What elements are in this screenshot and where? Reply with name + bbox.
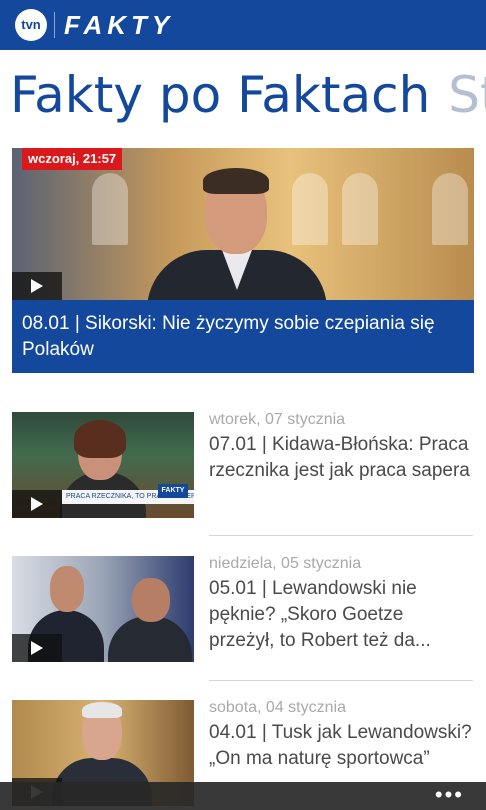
- item-date: sobota, 04 stycznia: [209, 699, 346, 716]
- fakty-logo: FAKTY: [64, 10, 175, 40]
- tvn-logo[interactable]: tvn: [15, 9, 47, 41]
- item-title[interactable]: 04.01 | Tusk jak Lewandowski? „On ma nat…: [209, 720, 474, 772]
- divider: [209, 680, 473, 681]
- item-thumbnail: [12, 556, 194, 662]
- date-badge: wczoraj, 21:57: [22, 148, 123, 170]
- pivot-item-fakty-po-faktach[interactable]: Fakty po Faktach: [10, 66, 430, 124]
- play-icon[interactable]: [12, 272, 62, 300]
- featured-person-image: [147, 168, 327, 300]
- app-header: tvn FAKTY: [0, 0, 486, 50]
- featured-article[interactable]: wczoraj, 21:57 08.01 | Sikorski: Nie życ…: [12, 148, 474, 373]
- list-item[interactable]: PRACA RZECZNIKA, TO PRACA SAPERA FAKTY w…: [12, 411, 474, 520]
- item-date: wtorek, 07 stycznia: [209, 411, 346, 428]
- header-divider: [54, 12, 55, 38]
- pivot-header: Fakty po Faktach St: [10, 60, 486, 130]
- item-title[interactable]: 07.01 | Kidawa-Błońska: Praca rzecznika …: [209, 432, 474, 484]
- item-thumbnail: PRACA RZECZNIKA, TO PRACA SAPERA FAKTY: [12, 412, 194, 518]
- divider: [209, 535, 473, 536]
- pivot-item-next[interactable]: St: [448, 66, 486, 124]
- list-item[interactable]: niedziela, 05 stycznia 05.01 | Lewandows…: [12, 555, 474, 664]
- play-icon[interactable]: [12, 490, 62, 518]
- item-title[interactable]: 05.01 | Lewandowski nie pęknie? „Skoro G…: [209, 576, 474, 654]
- featured-thumbnail: wczoraj, 21:57: [12, 148, 474, 300]
- ticker-logo: FAKTY: [158, 484, 188, 498]
- item-date: niedziela, 05 stycznia: [209, 555, 362, 572]
- more-options-icon[interactable]: •••: [435, 782, 464, 808]
- play-icon[interactable]: [12, 634, 62, 662]
- featured-title[interactable]: 08.01 | Sikorski: Nie życzymy sobie czep…: [12, 300, 474, 373]
- app-bar: •••: [0, 782, 486, 810]
